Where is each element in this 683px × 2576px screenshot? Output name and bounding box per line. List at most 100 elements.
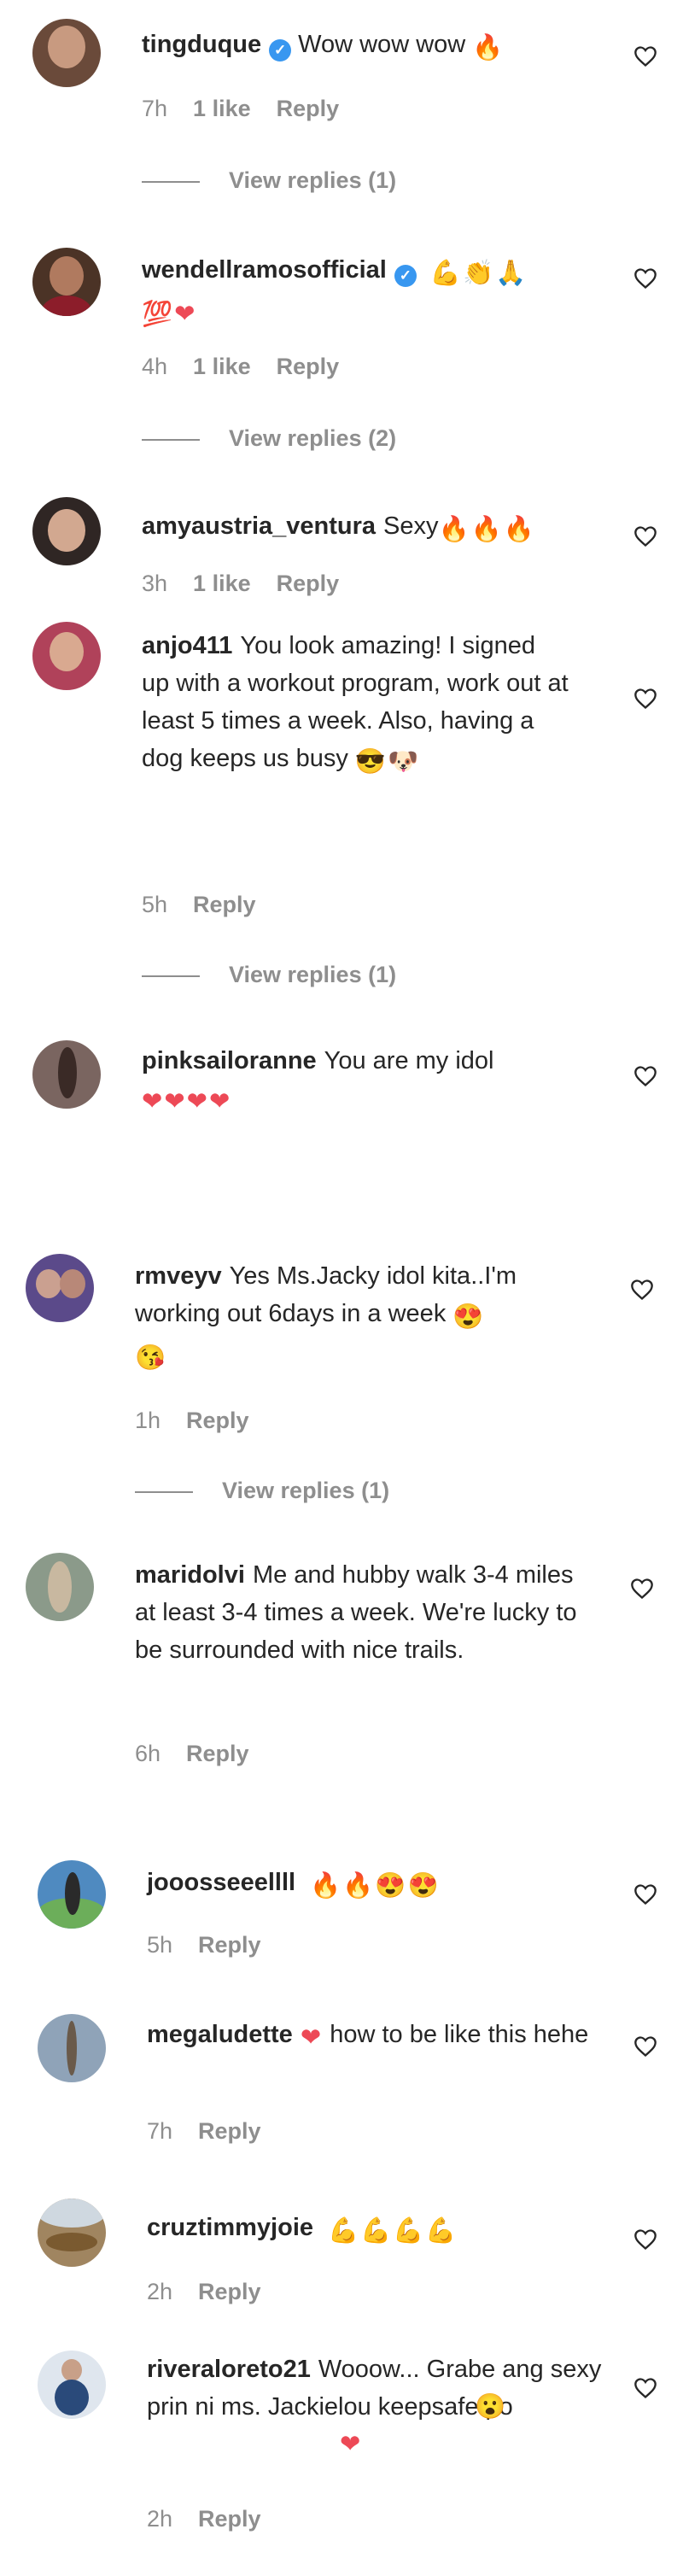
avatar[interactable]	[38, 1860, 106, 1929]
heart-icon: ❤	[300, 2024, 322, 2052]
comment-meta: 2h Reply	[147, 2279, 287, 2305]
comment-text: Sexy	[383, 512, 439, 540]
fire-icon: 🔥	[438, 516, 470, 543]
like-heart-icon[interactable]	[633, 2376, 657, 2400]
clap-icon: 👏	[463, 260, 494, 287]
like-heart-icon[interactable]	[633, 44, 657, 68]
like-heart-icon[interactable]	[633, 524, 657, 548]
comment-body: rmveyv Yes Ms.Jacky idol kita..I'm workin…	[135, 1257, 579, 1377]
view-replies-label: View replies (1)	[222, 1478, 390, 1503]
timestamp: 1h	[135, 1408, 161, 1433]
username[interactable]: megaludette	[147, 2021, 293, 2048]
comment-meta: 7h 1 like Reply	[142, 96, 365, 122]
username[interactable]: rmveyv	[135, 1262, 222, 1290]
heart-icon: ❤	[186, 1088, 207, 1115]
like-heart-icon[interactable]	[633, 2034, 657, 2058]
like-heart-icon[interactable]	[633, 266, 657, 290]
comment-text: You are my idol	[324, 1047, 494, 1074]
verified-icon: ✓	[394, 265, 417, 287]
reply-button[interactable]: Reply	[186, 1408, 249, 1433]
reply-button[interactable]: Reply	[186, 1741, 249, 1766]
like-heart-icon[interactable]	[633, 687, 657, 711]
avatar[interactable]	[32, 19, 101, 87]
reply-button[interactable]: Reply	[277, 96, 340, 121]
heart-icon: ❤	[142, 1088, 163, 1115]
comment-meta: 1h Reply	[135, 1408, 275, 1434]
comment-body: pinksailoranne You are my idol ❤❤❤❤	[142, 1042, 620, 1121]
username[interactable]: wendellramosofficial	[142, 256, 387, 284]
username[interactable]: pinksailoranne	[142, 1047, 317, 1074]
timestamp: 2h	[147, 2506, 173, 2532]
reply-button[interactable]: Reply	[198, 2279, 261, 2304]
timestamp: 4h	[142, 354, 168, 379]
fire-icon: 🔥	[470, 516, 502, 543]
username[interactable]: jooosseeellll	[147, 1869, 295, 1896]
reply-button[interactable]: Reply	[193, 892, 256, 917]
avatar[interactable]	[32, 497, 101, 565]
comment-body: jooosseeellll 🔥🔥😍😍	[147, 1864, 608, 1905]
fire-icon: 🔥	[503, 516, 534, 543]
reply-button[interactable]: Reply	[277, 354, 340, 379]
reply-button[interactable]: Reply	[198, 2506, 261, 2532]
avatar[interactable]	[32, 248, 101, 316]
divider	[142, 438, 200, 441]
avatar[interactable]	[38, 2198, 106, 2267]
dog-icon: 🐶	[388, 748, 419, 776]
username[interactable]: cruztimmyjoie	[147, 2214, 313, 2241]
avatar[interactable]	[38, 2351, 106, 2419]
divider	[142, 180, 200, 183]
avatar[interactable]	[32, 1040, 101, 1109]
pray-icon: 🙏	[495, 260, 527, 287]
heart-eyes-icon: 😍	[375, 1872, 406, 1900]
comment-body: megaludette ❤ how to be like this hehe	[147, 2016, 591, 2057]
avatar[interactable]	[26, 1553, 94, 1621]
fire-icon: 🔥	[342, 1872, 374, 1900]
hundred-icon: 💯	[142, 301, 173, 328]
like-heart-icon[interactable]	[633, 2228, 657, 2251]
view-replies-button[interactable]: View replies (1)	[142, 167, 396, 194]
avatar[interactable]	[38, 2014, 106, 2082]
heart-icon: ❤	[164, 1088, 185, 1115]
view-replies-button[interactable]: View replies (1)	[135, 1478, 389, 1504]
comment-body: cruztimmyjoie 💪💪💪💪	[147, 2209, 608, 2250]
like-heart-icon[interactable]	[630, 1278, 654, 1302]
comment-meta: 3h 1 like Reply	[142, 571, 365, 597]
comment-meta: 2h Reply	[147, 2506, 287, 2532]
avatar[interactable]	[32, 622, 101, 690]
username[interactable]: riveraloreto21	[147, 2356, 311, 2383]
verified-icon: ✓	[269, 39, 292, 61]
username[interactable]: anjo411	[142, 632, 232, 659]
muscle-icon: 💪	[360, 2217, 392, 2245]
timestamp: 5h	[142, 892, 168, 917]
timestamp: 7h	[147, 2118, 173, 2144]
avatar[interactable]	[26, 1254, 94, 1322]
surprised-icon: 😮	[475, 2393, 506, 2421]
username[interactable]: tingduque	[142, 31, 261, 58]
view-replies-button[interactable]: View replies (1)	[142, 962, 396, 988]
heart-icon: ❤	[208, 1088, 231, 1115]
view-replies-button[interactable]: View replies (2)	[142, 425, 396, 452]
username[interactable]: maridolvi	[135, 1561, 245, 1589]
like-heart-icon[interactable]	[630, 1577, 654, 1601]
like-count[interactable]: 1 like	[193, 96, 251, 121]
heart-eyes-icon: 😍	[407, 1872, 439, 1900]
like-count[interactable]: 1 like	[193, 571, 251, 596]
fire-icon: 🔥	[310, 1872, 342, 1900]
comment-body: anjo411 You look amazing! I signed up wit…	[142, 627, 569, 781]
like-heart-icon[interactable]	[633, 1882, 657, 1906]
heart-icon: ❤	[340, 2431, 361, 2458]
like-count[interactable]: 1 like	[193, 354, 251, 379]
comment-body: riveraloreto21 Wooow... Grabe ang sexy pr…	[147, 2351, 608, 2426]
timestamp: 6h	[135, 1741, 161, 1766]
view-replies-label: View replies (2)	[229, 425, 397, 451]
comment-body: tingduque ✓ Wow wow wow 🔥	[142, 26, 603, 67]
sunglasses-icon: 😎	[354, 748, 386, 776]
username[interactable]: amyaustria_ventura	[142, 512, 376, 540]
like-heart-icon[interactable]	[633, 1064, 657, 1088]
comment-meta: 6h Reply	[135, 1741, 275, 1767]
reply-button[interactable]: Reply	[198, 1932, 261, 1958]
reply-button[interactable]: Reply	[277, 571, 340, 596]
comment-meta: 7h Reply	[147, 2118, 287, 2145]
divider	[135, 1490, 193, 1493]
reply-button[interactable]: Reply	[198, 2118, 261, 2144]
